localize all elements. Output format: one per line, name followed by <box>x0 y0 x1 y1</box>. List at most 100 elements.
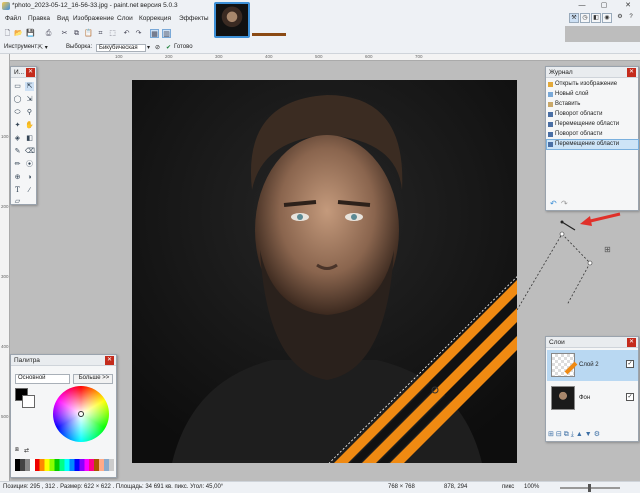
menu-view[interactable]: Вид <box>57 15 69 22</box>
menu-bar: Файл Правка Вид Изображение Слои Коррекц… <box>0 12 210 26</box>
crop-icon[interactable]: ⌗ <box>96 29 105 38</box>
history-item[interactable]: Перемещение области <box>547 120 638 129</box>
lasso-icon[interactable]: ◯ <box>13 95 22 104</box>
redo-icon[interactable]: ↷ <box>561 199 568 208</box>
color-wheel[interactable] <box>53 386 109 442</box>
clone-stamp-icon[interactable]: ⊕ <box>13 173 22 182</box>
menu-image[interactable]: Изображение <box>73 15 114 22</box>
close-icon[interactable]: ✕ <box>26 68 35 77</box>
paste-icon <box>548 102 553 107</box>
menu-effects[interactable]: Эффекты <box>179 15 209 22</box>
close-window-button[interactable]: ✕ <box>620 0 636 12</box>
layers-panel-title: Слои <box>549 339 565 346</box>
new-file-icon[interactable]: 🗋 <box>3 29 12 38</box>
copy-icon[interactable]: ⧉ <box>72 29 81 38</box>
rect-select-icon[interactable]: ▭ <box>13 82 22 91</box>
layer-row[interactable]: Слой 2 ✓ <box>547 350 638 381</box>
layers-toggle-icon[interactable]: ◧ <box>591 13 601 23</box>
move-selection-icon[interactable]: ⇱ <box>25 82 34 91</box>
paint-bucket-icon[interactable]: ◈ <box>13 134 22 143</box>
delete-layer-icon[interactable]: ⊟ <box>556 431 564 438</box>
gradient-icon[interactable]: ◧ <box>25 134 34 143</box>
history-panel-header: Журнал ✕ <box>546 67 638 78</box>
layer-visibility-checkbox[interactable]: ✓ <box>626 393 634 401</box>
cancel-icon[interactable]: ⊘ <box>155 44 160 51</box>
history-item[interactable]: Вставить <box>547 100 638 109</box>
history-item-selected[interactable]: Перемещение области <box>546 139 639 150</box>
tool-selector[interactable]: ⇱ ▾ <box>38 44 48 51</box>
color-swatch-strip[interactable] <box>15 459 114 471</box>
add-layer-icon[interactable]: ⊞ <box>548 431 556 438</box>
menu-adjustments[interactable]: Коррекция <box>139 15 171 22</box>
save-icon[interactable]: 💾 <box>26 29 35 38</box>
color-picker-icon[interactable]: ⦿ <box>25 160 34 169</box>
history-item[interactable]: Поворот области <box>547 130 638 139</box>
layer-visibility-checkbox[interactable]: ✓ <box>626 360 634 368</box>
pan-icon[interactable]: ✋ <box>25 121 34 130</box>
layer-properties-icon[interactable]: ⚙ <box>594 431 602 438</box>
ruler-tick: 500 <box>315 54 323 59</box>
layer-up-icon[interactable]: ▲ <box>576 431 585 438</box>
eraser-icon[interactable]: ⌫ <box>25 147 35 156</box>
history-item[interactable]: Открыть изображение <box>547 80 638 89</box>
shapes-tool-icon[interactable]: ▱ <box>13 197 22 206</box>
secondary-color-swatch[interactable] <box>22 395 35 408</box>
close-icon[interactable]: ✕ <box>627 338 636 347</box>
history-item[interactable]: Поворот области <box>547 110 638 119</box>
minimize-button[interactable]: — <box>574 0 590 12</box>
text-tool-icon[interactable]: T <box>13 186 22 195</box>
palette-panel-title: Палитра <box>14 357 40 364</box>
help-icon[interactable]: ? <box>626 13 636 23</box>
rotate-icon <box>548 132 553 137</box>
close-icon[interactable]: ✕ <box>105 356 114 365</box>
layer-down-icon[interactable]: ▼ <box>585 431 594 438</box>
swap-colors-icon[interactable]: ⇄ <box>24 447 29 454</box>
line-tool-icon[interactable]: ∕ <box>25 186 34 195</box>
units-dropdown[interactable]: пикс <box>502 484 514 490</box>
resampling-dropdown[interactable]: Бикубическая <box>96 44 146 52</box>
new-layer-icon <box>548 92 553 97</box>
deselect-icon[interactable]: ⬚ <box>108 29 117 38</box>
settings-icon[interactable]: ⚙ <box>615 13 625 23</box>
tools-toggle-icon[interactable]: ⚒ <box>569 13 579 23</box>
cut-icon[interactable]: ✂ <box>60 29 69 38</box>
menu-file[interactable]: Файл <box>5 15 21 22</box>
palette-reset-icon[interactable]: ⧈ <box>15 447 19 454</box>
image-canvas[interactable] <box>132 80 517 463</box>
image-thumbnail[interactable] <box>214 2 250 38</box>
undo-icon[interactable]: ↶ <box>122 29 131 38</box>
print-icon[interactable]: ⎙ <box>44 29 53 38</box>
undo-icon[interactable]: ↶ <box>550 199 557 208</box>
recolor-icon[interactable]: ◑ <box>25 173 34 182</box>
palette-mode-dropdown[interactable]: Основной <box>15 374 70 384</box>
palette-toggle-icon[interactable]: ◉ <box>602 13 612 23</box>
brush-icon[interactable]: ✎ <box>13 147 22 156</box>
image-tabs <box>210 0 565 42</box>
duplicate-layer-icon[interactable]: ⧉ <box>564 431 571 438</box>
more-button[interactable]: Больше >> <box>73 374 113 384</box>
zoom-value[interactable]: 100% <box>524 484 539 490</box>
history-item[interactable]: Новый слой <box>547 90 638 99</box>
menu-layers[interactable]: Слои <box>117 15 133 22</box>
history-toggle-icon[interactable]: ◷ <box>580 13 590 23</box>
history-item-label: Перемещение области <box>555 121 620 127</box>
maximize-button[interactable]: ▢ <box>596 0 612 12</box>
ruler-icon[interactable]: ▥ <box>162 29 171 38</box>
grid-icon[interactable]: ▦ <box>150 29 159 38</box>
magic-wand-icon[interactable]: ✦ <box>13 121 22 130</box>
ruler-tick: 300 <box>1 274 9 279</box>
ellipse-select-icon[interactable]: ⬭ <box>13 108 22 117</box>
pencil-icon[interactable]: ✏ <box>13 160 22 169</box>
move-selected-icon[interactable]: ⇲ <box>25 95 34 104</box>
open-file-icon[interactable]: 📂 <box>14 29 23 38</box>
paste-icon[interactable]: 📋 <box>84 29 93 38</box>
chevron-down-icon[interactable]: ▾ <box>147 44 150 51</box>
check-icon[interactable]: ✔ <box>166 44 171 51</box>
menu-edit[interactable]: Правка <box>28 15 50 22</box>
zoom-slider[interactable] <box>560 484 620 492</box>
zoom-icon[interactable]: ⚲ <box>25 108 34 117</box>
done-button[interactable]: Готово <box>174 44 193 50</box>
redo-icon[interactable]: ↷ <box>134 29 143 38</box>
layer-row[interactable]: Фон ✓ <box>547 383 638 414</box>
close-icon[interactable]: ✕ <box>627 68 636 77</box>
